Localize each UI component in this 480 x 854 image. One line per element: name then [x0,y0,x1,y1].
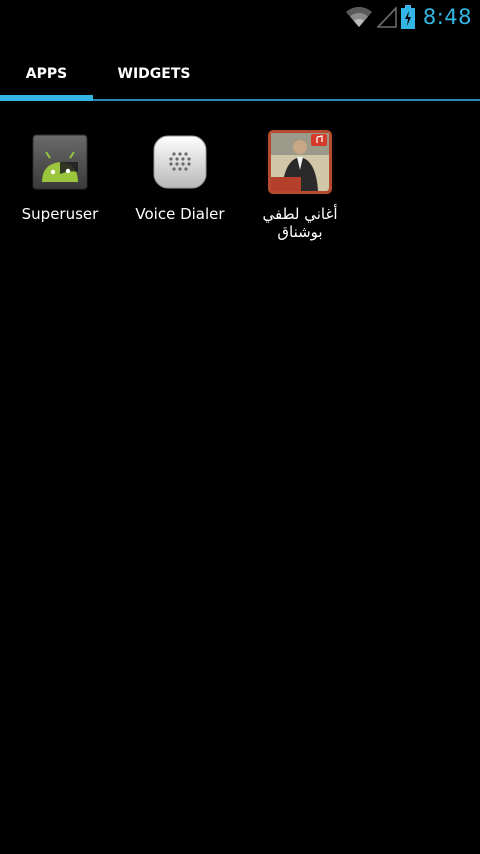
album-art-icon [266,128,334,196]
app-drawer-screen: 8:48 APPS WIDGETS Superuser Voice Dialer… [0,0,480,854]
no-signal-icon [376,5,397,28]
tab-apps[interactable]: APPS [0,50,93,98]
wifi-icon [345,6,373,28]
tab-bar: APPS WIDGETS [0,50,480,102]
app-superuser[interactable]: Superuser [0,128,120,223]
app-label: Voice Dialer [135,205,225,223]
battery-charging-icon [400,4,415,29]
app-voice-dialer[interactable]: Voice Dialer [120,128,240,223]
superuser-android-icon [26,128,94,196]
app-lotfi-bouchnak-songs[interactable]: أغاني لطفي بوشناق [240,128,360,241]
tab-widgets[interactable]: WIDGETS [93,50,215,98]
tab-selected-indicator [0,95,93,101]
clock-time: 8:48 [422,4,472,29]
app-label: أغاني لطفي بوشناق [262,205,338,241]
status-bar: 8:48 [0,0,480,33]
app-label: Superuser [21,205,99,223]
voice-dialer-icon [146,128,214,196]
